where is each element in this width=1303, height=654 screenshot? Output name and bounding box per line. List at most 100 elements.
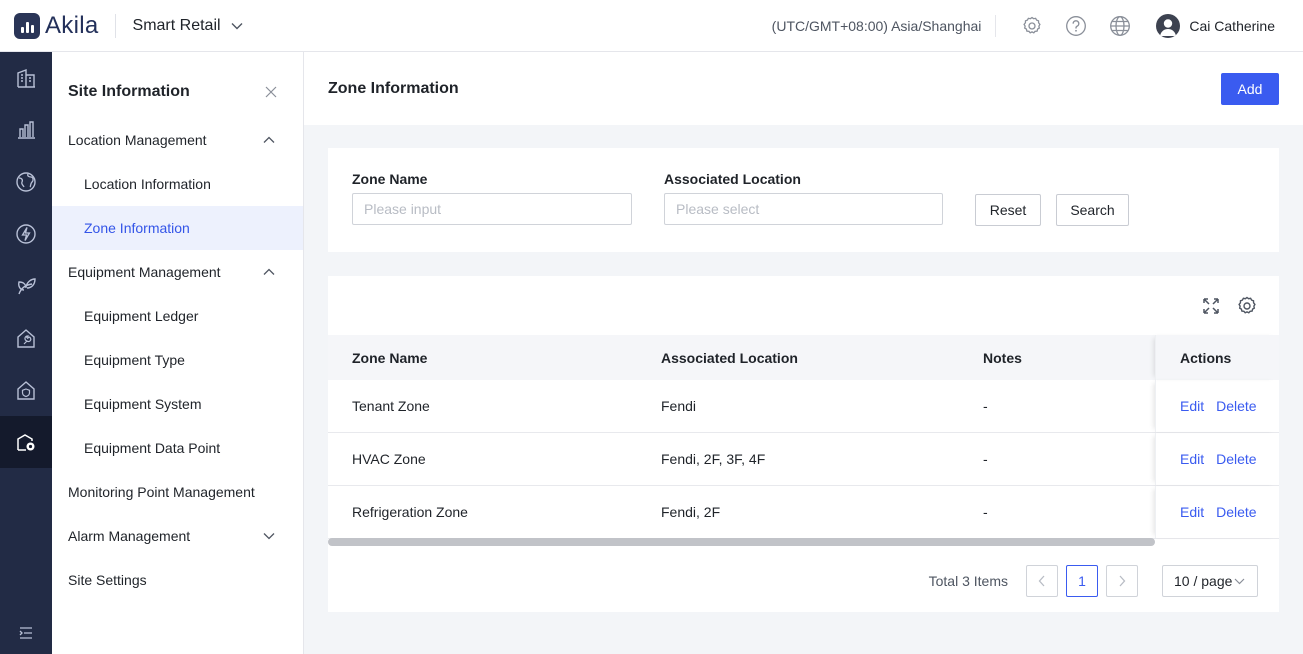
zone-table-card: Zone Name Associated Location Notes Acti… (328, 276, 1279, 612)
leaf-icon (18, 278, 36, 295)
nav-location-information[interactable]: Location Information (52, 162, 303, 206)
table-header-row: Zone Name Associated Location Notes Acti… (328, 335, 1279, 380)
nav-zone-information[interactable]: Zone Information (52, 206, 303, 250)
rail-item-global[interactable] (0, 156, 52, 208)
rail-item-buildings[interactable] (0, 52, 52, 104)
energy-icon (16, 224, 36, 244)
delete-link[interactable]: Delete (1216, 451, 1256, 467)
page-button-current[interactable]: 1 (1066, 565, 1098, 597)
app-switcher[interactable]: Smart Retail (133, 17, 243, 35)
column-header-associated-location: Associated Location (661, 349, 798, 366)
chevron-left-icon (1038, 575, 1045, 587)
chevron-right-icon (1119, 575, 1126, 587)
cell-zone-name: Refrigeration Zone (352, 504, 468, 520)
edit-link[interactable]: Edit (1180, 451, 1204, 467)
table-row: Refrigeration Zone Fendi, 2F - Edit Dele… (328, 486, 1279, 539)
main-content: Zone Information Add Zone Name Please in… (304, 52, 1303, 654)
rail-collapse[interactable] (0, 626, 52, 640)
rail-item-site-settings[interactable] (0, 416, 52, 468)
associated-location-field: Associated Location Please select (664, 172, 943, 225)
fullscreen-icon[interactable] (1201, 296, 1221, 316)
nav-equipment-data-point[interactable]: Equipment Data Point (52, 426, 303, 470)
subnav-title: Site Information (68, 83, 190, 100)
gear-icon[interactable] (1020, 14, 1044, 38)
avatar (1156, 13, 1181, 38)
cell-associated-location: Fendi, 2F, 3F, 4F (661, 451, 766, 467)
home-shield-icon (17, 381, 35, 400)
rail-item-sustainability[interactable] (0, 260, 52, 312)
associated-location-select[interactable]: Please select (664, 193, 943, 225)
close-icon[interactable] (265, 86, 277, 98)
edit-link[interactable]: Edit (1180, 398, 1204, 414)
zone-table: Zone Name Associated Location Notes Acti… (328, 335, 1279, 539)
user-menu[interactable]: Cai Catherine (1156, 13, 1275, 38)
nav-label: Location Information (84, 176, 211, 192)
site-settings-icon (17, 434, 35, 451)
page-header: Zone Information Add (304, 52, 1303, 125)
rail-item-energy[interactable] (0, 208, 52, 260)
help-icon[interactable] (1064, 14, 1088, 38)
delete-link[interactable]: Delete (1216, 504, 1256, 520)
akila-logo-icon (14, 12, 40, 39)
chevron-down-icon (1234, 578, 1245, 584)
topbar-divider (995, 14, 997, 37)
cell-associated-location: Fendi, 2F (661, 504, 721, 520)
total-items: Total 3 Items (928, 573, 1008, 589)
building-icon (17, 68, 35, 88)
page-size-select[interactable]: 10 / page (1162, 565, 1258, 597)
actions-header-label: Actions (1180, 349, 1232, 366)
table-row: HVAC Zone Fendi, 2F, 3F, 4F - Edit Delet… (328, 433, 1279, 486)
page-size-value: 10 / page (1174, 573, 1233, 589)
app-name: Smart Retail (132, 16, 221, 34)
nav-equipment-ledger[interactable]: Equipment Ledger (52, 294, 303, 338)
brand-divider (114, 13, 116, 38)
gear-icon[interactable] (1237, 296, 1257, 316)
delete-link[interactable]: Delete (1216, 398, 1256, 414)
timezone-label[interactable]: (UTC/GMT+08:00) Asia/Shanghai (772, 18, 982, 34)
nav-monitoring-point-management[interactable]: Monitoring Point Management (52, 470, 303, 514)
cell-zone-name: HVAC Zone (352, 451, 426, 467)
add-button[interactable]: Add (1221, 72, 1279, 105)
horizontal-scrollbar[interactable] (328, 538, 1155, 546)
globe-icon[interactable] (1108, 14, 1132, 38)
nav-label: Location Management (68, 132, 207, 148)
zone-name-input[interactable]: Please input (352, 193, 632, 225)
nav-equipment-system[interactable]: Equipment System (52, 382, 303, 426)
maintenance-icon (17, 329, 35, 348)
next-page-button[interactable] (1106, 565, 1138, 597)
menu-collapse-icon (19, 627, 32, 639)
top-bar: Akila Smart Retail (UTC/GMT+08:00) Asia/… (0, 0, 1303, 52)
nav-alarm-management[interactable]: Alarm Management (52, 514, 303, 558)
prev-page-button[interactable] (1026, 565, 1058, 597)
filter-panel: Zone Name Please input Associated Locati… (328, 148, 1279, 252)
zone-name-field: Zone Name Please input (352, 172, 632, 225)
cell-associated-location: Fendi (661, 398, 697, 414)
sub-navigation: Site Information Location Management Loc… (52, 52, 304, 654)
chevron-up-icon (263, 268, 275, 275)
nav-location-management[interactable]: Location Management (52, 118, 303, 162)
associated-location-placeholder: Please select (676, 201, 760, 217)
page-title: Zone Information (328, 79, 459, 97)
zone-name-placeholder: Please input (364, 201, 442, 217)
rail-item-maintenance[interactable] (0, 312, 52, 364)
nav-equipment-type[interactable]: Equipment Type (52, 338, 303, 382)
rail-item-security[interactable] (0, 364, 52, 416)
associated-location-label: Associated Location (664, 171, 801, 187)
search-button[interactable]: Search (1056, 194, 1129, 226)
nav-label: Equipment Ledger (84, 308, 199, 324)
subnav-list: Location Management Location Information… (52, 118, 303, 602)
nav-equipment-management[interactable]: Equipment Management (52, 250, 303, 294)
edit-link[interactable]: Edit (1180, 504, 1204, 520)
nav-label: Alarm Management (68, 528, 191, 544)
nav-label: Equipment Data Point (84, 440, 221, 456)
cell-actions: Edit Delete (1155, 380, 1279, 432)
brand[interactable]: Akila (0, 0, 99, 52)
pagination: Total 3 Items 1 10 / page (929, 565, 1258, 597)
globe-icon (16, 172, 36, 192)
zone-name-label: Zone Name (352, 171, 428, 187)
cell-zone-name: Tenant Zone (352, 398, 430, 414)
nav-site-settings[interactable]: Site Settings (52, 558, 303, 602)
reset-button[interactable]: Reset (975, 194, 1041, 226)
rail-item-analytics[interactable] (0, 104, 52, 156)
user-name: Cai Catherine (1189, 17, 1275, 34)
